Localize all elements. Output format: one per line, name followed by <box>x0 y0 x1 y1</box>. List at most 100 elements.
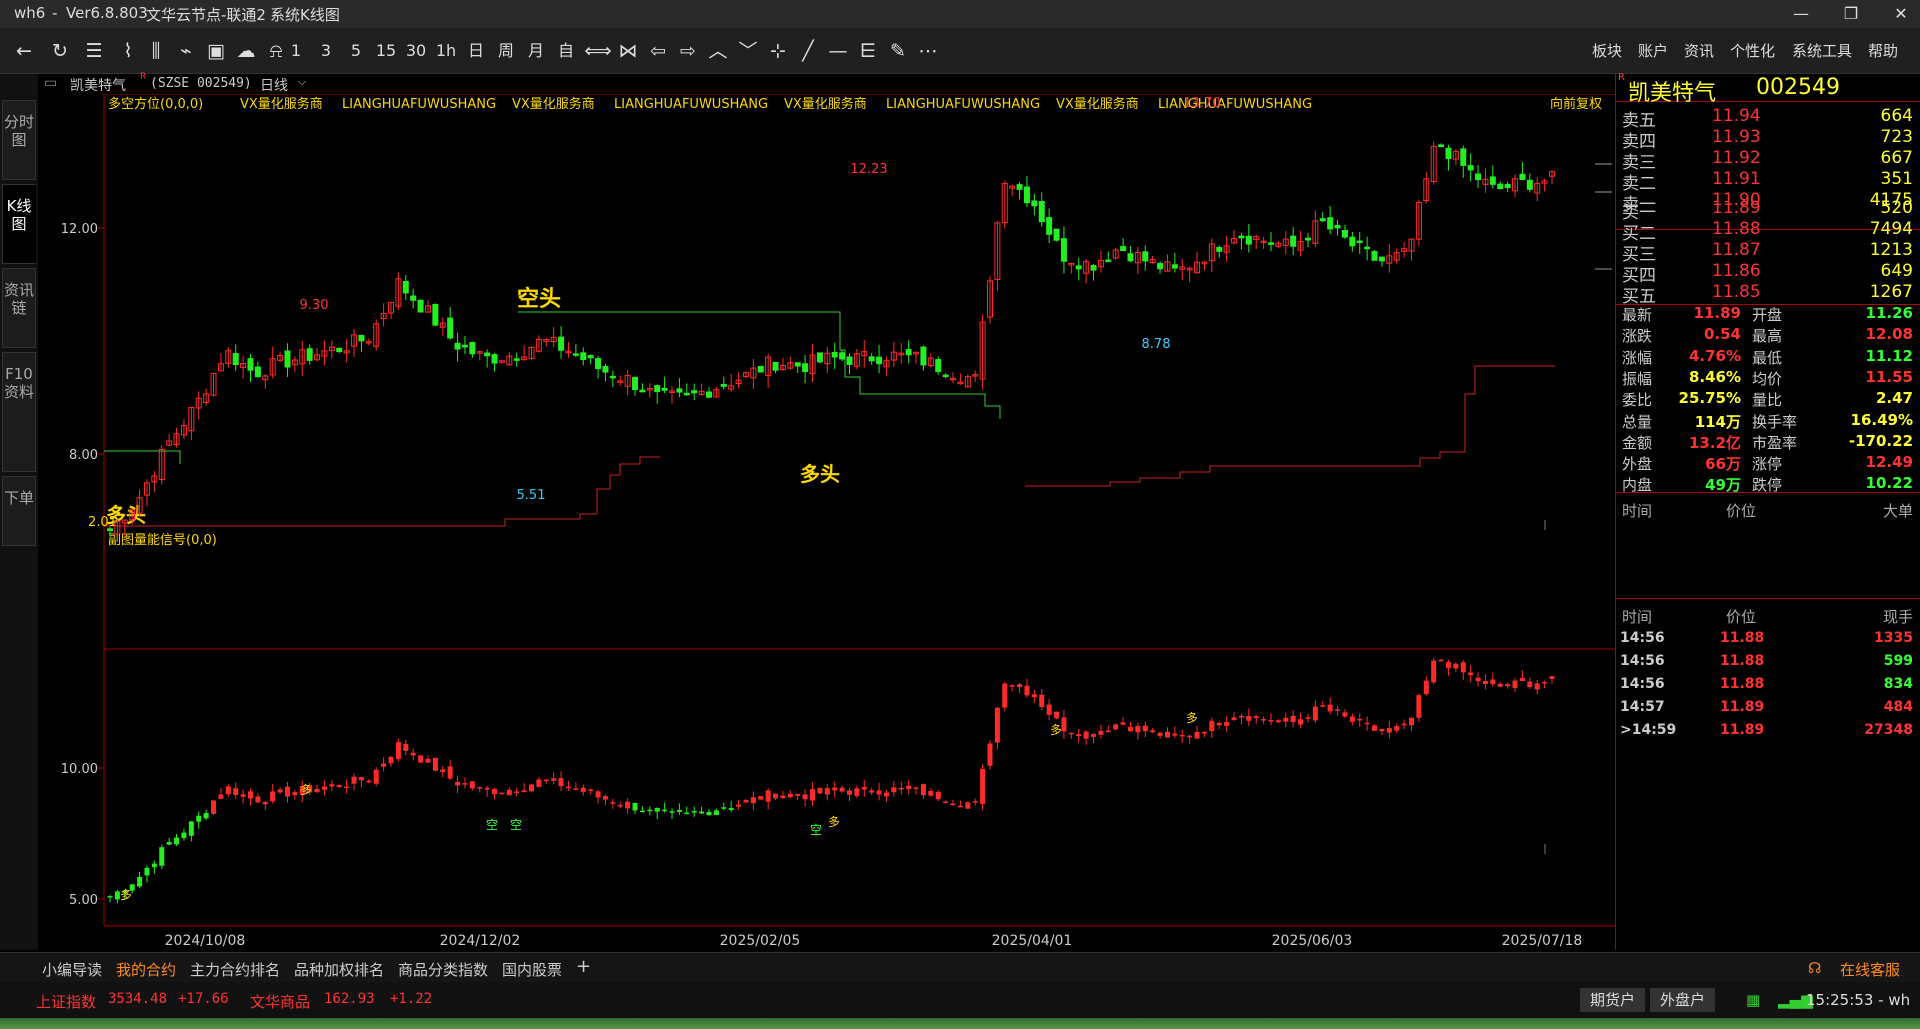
crosshair-icon[interactable]: ⊹ <box>764 37 792 65</box>
box-icon[interactable]: ▣ <box>202 37 230 65</box>
candle-body <box>587 355 594 359</box>
candle-body <box>254 366 261 378</box>
bottom-tab-bar: 小编导读 我的合约 主力合约排名 品种加权排名 商品分类指数 国内股票 + ☊ … <box>0 952 1920 982</box>
menu-system-tools[interactable]: 系统工具 <box>1792 40 1852 61</box>
period-week-button[interactable]: 周 <box>492 37 520 65</box>
sub-bar <box>1076 734 1082 737</box>
more-icon[interactable]: ⋯ <box>914 37 942 65</box>
menu-sectors[interactable]: 板块 <box>1592 40 1622 61</box>
main-indicator-label[interactable]: 多空方位(0,0,0) <box>108 96 203 112</box>
period-month-button[interactable]: 月 <box>522 37 550 65</box>
online-service-link[interactable]: 在线客服 <box>1840 959 1900 980</box>
big-header-large: 大单 <box>1882 502 1913 520</box>
tab-order[interactable]: 下单 <box>2 476 36 546</box>
sub-bar <box>366 780 372 783</box>
btab-commodity-index[interactable]: 商品分类指数 <box>398 959 488 980</box>
futures-account-button[interactable]: 期货户 <box>1580 988 1646 1012</box>
kline-chart[interactable]: 12.00 8.00 10.00 5.00 2024/10/08 2024/12… <box>40 94 1615 950</box>
ask-price: 11.93 <box>1712 127 1761 147</box>
candle-body <box>816 352 823 363</box>
hline-icon[interactable]: — <box>824 37 852 65</box>
stat-label: 最高 <box>1752 327 1783 346</box>
price-label-high-3: 13.70 <box>1183 96 1220 111</box>
refresh-icon[interactable]: ↻ <box>46 37 74 65</box>
sub-bar <box>1017 684 1023 688</box>
outer-account-button[interactable]: 外盘户 <box>1650 988 1716 1012</box>
btab-editor-guide[interactable]: 小编导读 <box>42 959 102 980</box>
candle-body <box>247 358 254 371</box>
menu-news[interactable]: 资讯 <box>1684 40 1714 61</box>
list-icon[interactable]: ☰ <box>80 37 108 65</box>
stat-label: 最低 <box>1752 348 1783 367</box>
add-tab-button[interactable]: + <box>576 956 591 977</box>
sub-bar <box>240 794 246 797</box>
sub-bar <box>965 802 971 809</box>
sub-indicator-label[interactable]: 副图量能信号(0,0) <box>108 533 217 548</box>
bar-chart-icon[interactable]: ⫼ <box>142 37 170 65</box>
period-custom-button[interactable]: 自 <box>552 37 580 65</box>
sub-bar <box>203 813 209 819</box>
down-chevron-icon[interactable]: ﹀ <box>734 37 762 65</box>
candle-body <box>432 304 439 326</box>
expand-icon[interactable]: ⟺ <box>584 37 612 65</box>
ad-item-1: VX量化服务商 <box>240 96 323 112</box>
sub-bar <box>580 787 586 792</box>
left-arrow-icon[interactable]: ⇦ <box>644 37 672 65</box>
candle-body <box>905 349 912 356</box>
line-chart-icon[interactable]: ⌇ <box>114 37 142 65</box>
period-1-button[interactable]: 1 <box>282 37 310 65</box>
period-day-button[interactable]: 日 <box>462 37 490 65</box>
restore-button[interactable]: ❐ <box>1834 2 1868 26</box>
minimize-button[interactable]: — <box>1784 2 1818 26</box>
tab-kline[interactable]: K线图 <box>2 184 36 264</box>
period-30-button[interactable]: 30 <box>402 37 430 65</box>
candle-body <box>1046 217 1053 235</box>
line-draw-icon[interactable]: ╱ <box>794 37 822 65</box>
cloud-icon[interactable]: ☁ <box>232 37 260 65</box>
sub-bar <box>144 867 150 876</box>
sub-bar <box>1127 726 1133 732</box>
chevron-down-icon[interactable]: ⌵ <box>298 75 306 89</box>
btab-my-contracts[interactable]: 我的合约 <box>116 959 176 980</box>
right-arrow-icon[interactable]: ⇨ <box>674 37 702 65</box>
sub-bar <box>1453 663 1459 669</box>
btab-weighted-rank[interactable]: 品种加权排名 <box>294 959 384 980</box>
close-button[interactable]: ✕ <box>1884 2 1918 26</box>
menu-help[interactable]: 帮助 <box>1868 40 1898 61</box>
btab-main-contract-rank[interactable]: 主力合约排名 <box>190 959 280 980</box>
sub-bar <box>639 810 645 813</box>
ask-price: 11.94 <box>1712 106 1761 126</box>
tab-news-chain[interactable]: 资讯链 <box>2 268 36 348</box>
candle-body <box>484 352 491 357</box>
period-5-button[interactable]: 5 <box>342 37 370 65</box>
sub-mark-short: 空 <box>810 823 822 837</box>
menu-account[interactable]: 账户 <box>1638 40 1668 61</box>
stat-value: 2.47 <box>1875 389 1913 408</box>
btab-domestic-stocks[interactable]: 国内股票 <box>502 959 562 980</box>
back-arrow-icon[interactable]: ← <box>10 37 38 65</box>
up-chevron-icon[interactable]: ︿ <box>704 37 732 65</box>
candle-body <box>1053 228 1060 241</box>
sub-bar <box>780 795 786 799</box>
candle-icon[interactable]: ⌁ <box>172 37 200 65</box>
period-3-button[interactable]: 3 <box>312 37 340 65</box>
stat-value: 25.75% <box>1678 389 1741 408</box>
period-15-button[interactable]: 15 <box>372 37 400 65</box>
tab-timeshare[interactable]: 分时图 <box>2 100 36 180</box>
sub-y-tick-10: 10.00 <box>61 762 98 777</box>
menu-personalize[interactable]: 个性化 <box>1730 40 1775 61</box>
sub-bar <box>713 810 719 815</box>
eraser-icon[interactable]: ✎ <box>884 37 912 65</box>
sub-bar <box>1475 677 1481 682</box>
period-1h-button[interactable]: 1h <box>432 37 460 65</box>
tab-f10[interactable]: F10资料 <box>2 352 36 472</box>
period-select[interactable]: 日线 <box>260 75 288 95</box>
menu-icon[interactable]: ▭ <box>44 75 57 91</box>
shrink-icon[interactable]: ⋈ <box>614 37 642 65</box>
bid-price: 11.89 <box>1712 198 1761 218</box>
fib-icon[interactable]: ⋿ <box>854 37 882 65</box>
adjust-mode[interactable]: 向前复权 <box>1550 96 1602 112</box>
candle-body <box>1341 229 1348 238</box>
candle-body <box>1327 217 1334 230</box>
headset-icon[interactable]: ☊ <box>1808 959 1821 977</box>
